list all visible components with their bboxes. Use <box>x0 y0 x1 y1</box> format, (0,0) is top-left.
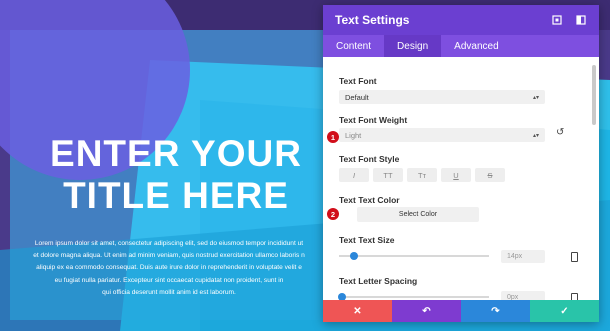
reset-icon[interactable]: ↺ <box>556 127 564 138</box>
redo-icon: ↷ <box>491 305 500 317</box>
font-weight-select[interactable]: Light ▴▾ <box>339 128 545 142</box>
strikethrough-button[interactable]: S <box>475 168 505 182</box>
panel-body[interactable]: Text Font Default ▴▾ Text Font Weight Li… <box>323 57 599 300</box>
undo-icon: ↶ <box>422 305 431 317</box>
paragraph-line: qui officia deserunt mollit anim id est … <box>102 288 236 296</box>
mobile-device-icon[interactable] <box>571 293 578 300</box>
paragraph-line: et dolore magna aliqua. Ut enim ad minim… <box>33 252 305 260</box>
font-style-buttons: I TT Tт U S <box>339 168 505 182</box>
text-font-value: Default <box>345 92 369 102</box>
text-settings-panel: Text Settings Content Design Advanced Te… <box>323 5 599 322</box>
font-weight-value: Light <box>345 130 362 140</box>
hero-title-line: TITLE HERE <box>63 175 289 216</box>
step-marker: 1 <box>327 131 339 143</box>
tab-content[interactable]: Content <box>323 35 384 57</box>
hero-title-line: ENTER YOUR <box>50 133 302 174</box>
split-view-icon[interactable] <box>575 14 587 26</box>
letter-spacing-slider-handle[interactable] <box>338 293 346 300</box>
select-color-button[interactable]: Select Color <box>357 207 479 222</box>
text-size-slider-handle[interactable] <box>350 252 358 260</box>
select-arrows-icon: ▴▾ <box>532 94 539 101</box>
expand-icon[interactable] <box>551 14 563 26</box>
undo-button[interactable]: ↶ <box>392 300 461 322</box>
capitalize-button[interactable]: Tт <box>407 168 437 182</box>
text-font-select[interactable]: Default ▴▾ <box>339 90 545 104</box>
tab-design[interactable]: Design <box>384 35 442 57</box>
text-size-value[interactable]: 14px <box>501 250 545 263</box>
text-font-label: Text Font <box>339 76 377 86</box>
select-arrows-icon: ▴▾ <box>532 132 539 139</box>
letter-spacing-value[interactable]: 0px <box>501 291 545 300</box>
text-size-slider[interactable] <box>339 255 489 257</box>
mobile-device-icon[interactable] <box>571 252 578 262</box>
panel-tabs: Content Design Advanced <box>323 35 599 57</box>
redo-button[interactable]: ↷ <box>461 300 530 322</box>
paragraph-line: Lorem ipsum dolor sit amet, consectetur … <box>34 240 304 247</box>
text-color-label: Text Text Color <box>339 195 400 205</box>
cancel-button[interactable]: ✕ <box>323 300 392 322</box>
panel-footer: ✕ ↶ ↷ ✓ <box>323 300 599 322</box>
letter-spacing-label: Text Letter Spacing <box>339 276 418 286</box>
font-weight-label: Text Font Weight <box>339 115 408 125</box>
hero-paragraph: Lorem ipsum dolor sit amet, consectetur … <box>10 238 328 299</box>
font-style-label: Text Font Style <box>339 154 400 164</box>
save-button[interactable]: ✓ <box>530 300 599 322</box>
uppercase-button[interactable]: TT <box>373 168 403 182</box>
hero-title: ENTER YOUR TITLE HERE <box>30 133 322 217</box>
italic-button[interactable]: I <box>339 168 369 182</box>
check-icon: ✓ <box>560 305 569 317</box>
paragraph-line: aliquip ex ea commodo consequat. Duis au… <box>36 264 302 272</box>
tab-advanced[interactable]: Advanced <box>441 35 511 57</box>
close-icon: ✕ <box>353 305 362 317</box>
panel-header[interactable]: Text Settings <box>323 5 599 35</box>
paragraph-line: eu fugiat nulla pariatur. Excepteur sint… <box>54 276 284 284</box>
letter-spacing-slider[interactable] <box>339 296 489 298</box>
text-size-label: Text Text Size <box>339 235 395 245</box>
underline-button[interactable]: U <box>441 168 471 182</box>
step-marker: 2 <box>327 208 339 220</box>
panel-title: Text Settings <box>335 13 410 27</box>
panel-scrollbar[interactable] <box>592 65 596 125</box>
